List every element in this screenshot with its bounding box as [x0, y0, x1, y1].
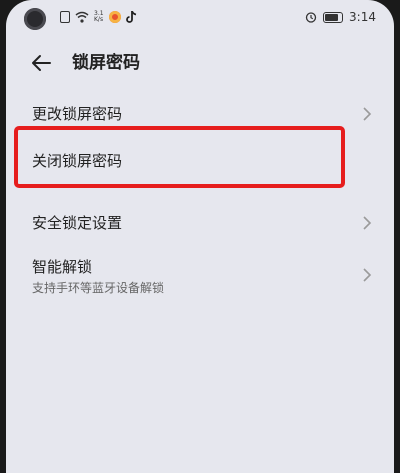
tiktok-icon — [125, 11, 136, 23]
status-left: 3.1 K/s — [60, 11, 137, 23]
arrow-left-icon[interactable] — [30, 52, 52, 74]
wifi-icon — [75, 11, 89, 23]
clock-time: 3:14 — [349, 10, 376, 24]
menu-item-label: 智能解锁 — [32, 258, 93, 276]
speed-unit: K/s — [94, 16, 104, 23]
menu-item-label: 安全锁定设置 — [32, 214, 123, 232]
sim-icon — [60, 11, 70, 23]
battery-level — [325, 13, 338, 21]
weibo-icon — [108, 11, 121, 23]
chevron-right-icon — [363, 268, 372, 282]
chevron-right-icon — [363, 107, 372, 121]
status-right: 3:14 — [305, 10, 376, 24]
page-header: 锁屏密码 — [6, 40, 394, 86]
page-title: 锁屏密码 — [72, 53, 140, 73]
network-speed: 3.1 K/s — [94, 11, 104, 23]
menu-item-security-lock[interactable]: 安全锁定设置 — [6, 208, 394, 244]
menu-item-smart-unlock[interactable]: 智能解锁 支持手环等蓝牙设备解锁 — [6, 254, 394, 300]
front-camera — [24, 8, 46, 30]
phone-screen: 3.1 K/s 3:14 锁屏密码 更改锁屏密码 关闭锁屏密码 安全锁定设置 智… — [6, 0, 394, 473]
alarm-icon — [305, 12, 317, 23]
battery-icon — [323, 11, 344, 23]
highlight-annotation-box — [14, 126, 345, 188]
chevron-right-icon — [363, 216, 372, 230]
status-bar: 3.1 K/s 3:14 — [6, 0, 394, 38]
menu-item-label: 更改锁屏密码 — [32, 105, 123, 123]
menu-item-subtitle: 支持手环等蓝牙设备解锁 — [32, 281, 165, 295]
